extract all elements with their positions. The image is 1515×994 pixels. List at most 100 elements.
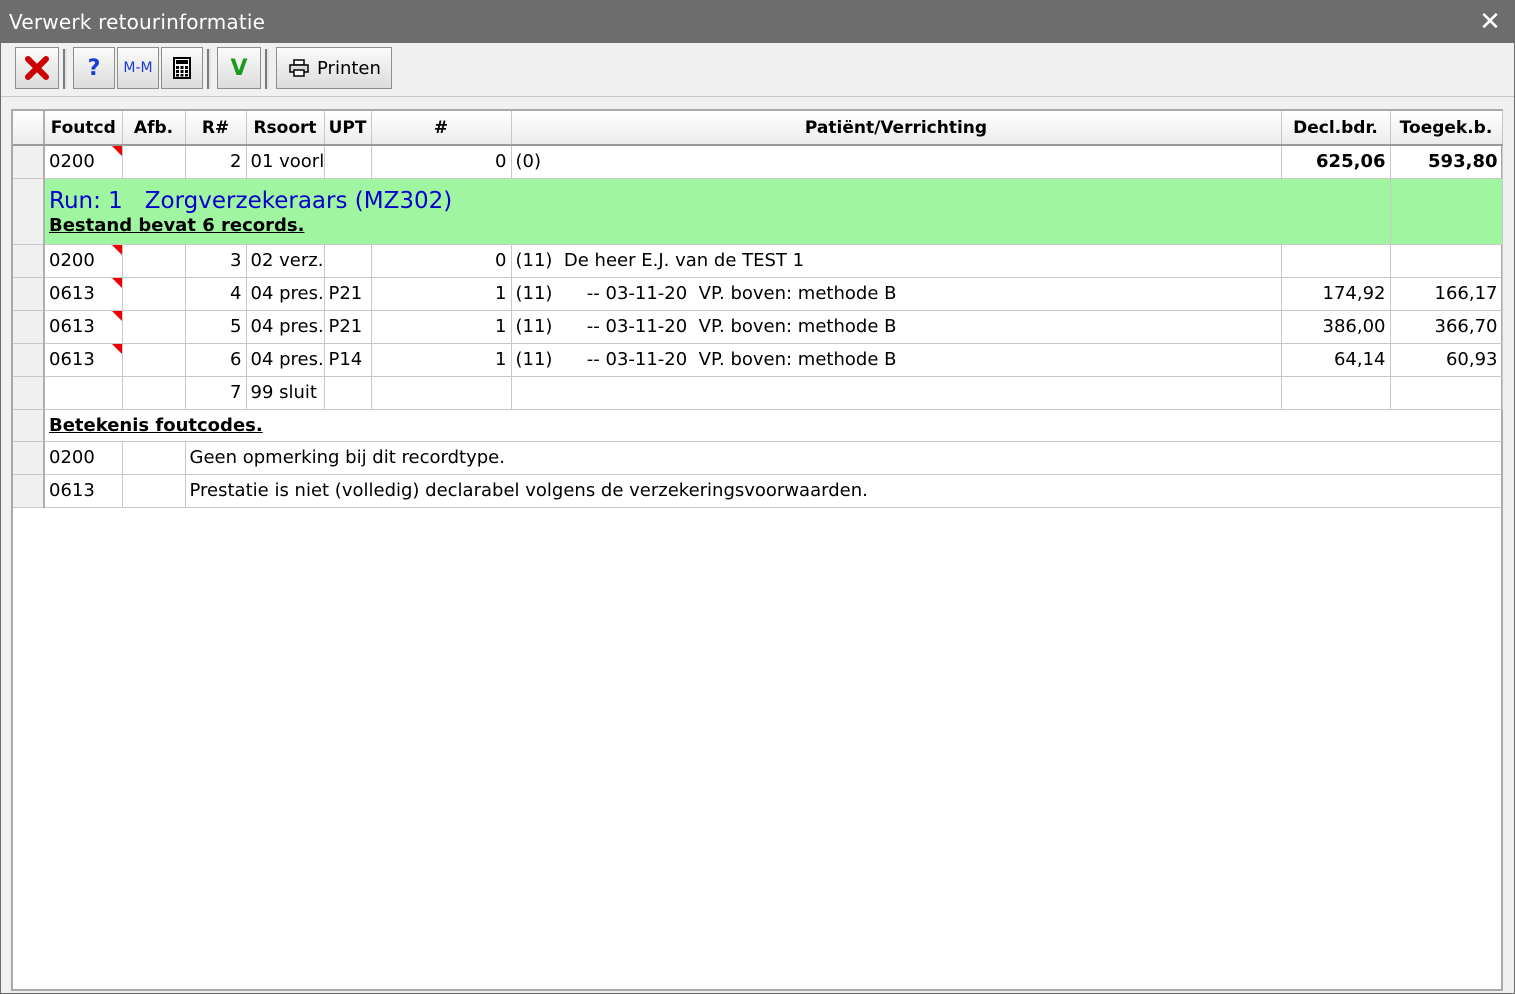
table-row[interactable]: 0200 2 01 voorl 0 (0) 625,06 593,80 <box>13 145 1503 179</box>
column-header-patient[interactable]: Patiënt/Verrichting <box>511 111 1282 146</box>
row-indicator[interactable] <box>13 441 45 475</box>
table-row[interactable]: 0200 3 02 verz. 0 (11) De heer E.J. van … <box>13 244 1503 278</box>
code-empty-cell <box>122 441 186 475</box>
code-row[interactable]: 0200 Geen opmerking bij dit recordtype. <box>13 441 1502 475</box>
cell-afb[interactable] <box>122 277 186 311</box>
cell-afb[interactable] <box>122 343 186 377</box>
cell-count[interactable]: 1 <box>371 277 512 311</box>
cell-upt[interactable]: P21 <box>324 310 372 344</box>
column-header-foutcd[interactable]: Foutcd <box>44 111 123 146</box>
table-row[interactable]: 7 99 sluit <box>13 376 1503 410</box>
cell-toegek[interactable]: 60,93 <box>1390 343 1503 377</box>
cell-decl[interactable]: 174,92 <box>1281 277 1391 311</box>
table-row[interactable]: 0613 5 04 pres. P21 1 (11) -- 03-11-20 V… <box>13 310 1503 344</box>
cell-patient[interactable]: (11) De heer E.J. van de TEST 1 <box>511 244 1282 278</box>
mm-button[interactable]: M-M <box>117 47 159 89</box>
cell-patient[interactable] <box>511 376 1282 410</box>
dialog-window: Verwerk retourinformatie ✕ ? M-M V Print… <box>0 0 1515 994</box>
row-indicator[interactable] <box>13 409 45 442</box>
column-header-decl[interactable]: Decl.bdr. <box>1281 111 1391 146</box>
row-indicator[interactable] <box>13 343 45 377</box>
cell-count[interactable]: 1 <box>371 310 512 344</box>
results-grid[interactable]: Foutcd Afb. R# Rsoort UPT # Patiënt/Verr… <box>11 109 1503 991</box>
run-info-cell[interactable]: Run: 1 Zorgverzekeraars (MZ302) Bestand b… <box>44 178 1391 245</box>
column-header-rsoort[interactable]: Rsoort <box>246 111 325 146</box>
cell-foutcd[interactable]: 0200 <box>44 244 123 278</box>
cell-patient[interactable]: (0) <box>511 145 1282 179</box>
run-row[interactable]: Run: 1 Zorgverzekeraars (MZ302) Bestand b… <box>13 178 1503 245</box>
cell-foutcd[interactable]: 0613 <box>44 343 123 377</box>
cell-r[interactable]: 5 <box>185 310 247 344</box>
cell-rsoort[interactable]: 02 verz. <box>246 244 325 278</box>
column-header-toegek[interactable]: Toegek.b. <box>1390 111 1503 146</box>
column-header-upt[interactable]: UPT <box>324 111 372 146</box>
cell-decl[interactable] <box>1281 376 1391 410</box>
cell-upt[interactable]: P21 <box>324 277 372 311</box>
close-icon[interactable]: ✕ <box>1472 5 1508 39</box>
row-indicator[interactable] <box>13 145 45 179</box>
table-row[interactable]: 0613 6 04 pres. P14 1 (11) -- 03-11-20 V… <box>13 343 1503 377</box>
cell-afb[interactable] <box>122 310 186 344</box>
cell-foutcd[interactable]: 0613 <box>44 277 123 311</box>
cell-decl[interactable]: 625,06 <box>1281 145 1391 179</box>
cell-count[interactable]: 0 <box>371 244 512 278</box>
column-header-afb[interactable]: Afb. <box>122 111 186 146</box>
run-note: Bestand bevat 6 records. <box>49 214 305 236</box>
cell-patient[interactable]: (11) -- 03-11-20 VP. boven: methode B <box>511 310 1282 344</box>
cell-afb[interactable] <box>122 145 186 179</box>
cell-r[interactable]: 7 <box>185 376 247 410</box>
ok-button[interactable]: V <box>217 47 261 89</box>
cancel-button[interactable] <box>15 47 59 89</box>
cell-foutcd[interactable]: 0613 <box>44 310 123 344</box>
checkmark-icon: V <box>230 55 248 81</box>
cell-upt[interactable] <box>324 145 372 179</box>
cell-r[interactable]: 2 <box>185 145 247 179</box>
row-indicator[interactable] <box>13 474 45 508</box>
row-indicator[interactable] <box>13 376 45 410</box>
cell-toegek[interactable]: 593,80 <box>1390 145 1503 179</box>
row-indicator[interactable] <box>13 277 45 311</box>
cell-afb[interactable] <box>122 244 186 278</box>
cell-afb[interactable] <box>122 376 186 410</box>
cell-rsoort[interactable]: 01 voorl <box>246 145 325 179</box>
cell-decl[interactable]: 64,14 <box>1281 343 1391 377</box>
help-button[interactable]: ? <box>73 47 115 89</box>
cell-foutcd[interactable] <box>44 376 123 410</box>
cell-decl[interactable] <box>1281 244 1391 278</box>
cell-rsoort[interactable]: 04 pres. <box>246 277 325 311</box>
cell-patient[interactable]: (11) -- 03-11-20 VP. boven: methode B <box>511 343 1282 377</box>
cell-toegek[interactable]: 366,70 <box>1390 310 1503 344</box>
code-description[interactable]: Geen opmerking bij dit recordtype. <box>185 441 1502 475</box>
cell-rsoort[interactable]: 04 pres. <box>246 310 325 344</box>
cell-toegek[interactable]: 166,17 <box>1390 277 1503 311</box>
code-cell[interactable]: 0200 <box>44 441 123 475</box>
cell-r[interactable]: 6 <box>185 343 247 377</box>
cell-r[interactable]: 4 <box>185 277 247 311</box>
code-cell[interactable]: 0613 <box>44 474 123 508</box>
table-row[interactable]: 0613 4 04 pres. P21 1 (11) -- 03-11-20 V… <box>13 277 1503 311</box>
cell-count[interactable] <box>371 376 512 410</box>
row-indicator[interactable] <box>13 310 45 344</box>
cell-upt[interactable] <box>324 376 372 410</box>
calculator-button[interactable] <box>161 47 203 89</box>
cell-r[interactable]: 3 <box>185 244 247 278</box>
cell-decl[interactable]: 386,00 <box>1281 310 1391 344</box>
cell-foutcd[interactable]: 0200 <box>44 145 123 179</box>
cell-toegek[interactable] <box>1390 244 1503 278</box>
cell-count[interactable]: 1 <box>371 343 512 377</box>
toolbar-separator <box>207 49 211 89</box>
column-header-count[interactable]: # <box>371 111 512 146</box>
row-indicator[interactable] <box>13 178 45 245</box>
cell-patient[interactable]: (11) -- 03-11-20 VP. boven: methode B <box>511 277 1282 311</box>
cell-toegek[interactable] <box>1390 376 1503 410</box>
column-header-r[interactable]: R# <box>185 111 247 146</box>
code-description[interactable]: Prestatie is niet (volledig) declarabel … <box>185 474 1502 508</box>
cell-rsoort[interactable]: 99 sluit <box>246 376 325 410</box>
cell-upt[interactable] <box>324 244 372 278</box>
cell-count[interactable]: 0 <box>371 145 512 179</box>
cell-upt[interactable]: P14 <box>324 343 372 377</box>
cell-rsoort[interactable]: 04 pres. <box>246 343 325 377</box>
print-button[interactable]: Printen <box>276 47 392 89</box>
row-indicator[interactable] <box>13 244 45 278</box>
code-row[interactable]: 0613 Prestatie is niet (volledig) declar… <box>13 474 1502 508</box>
